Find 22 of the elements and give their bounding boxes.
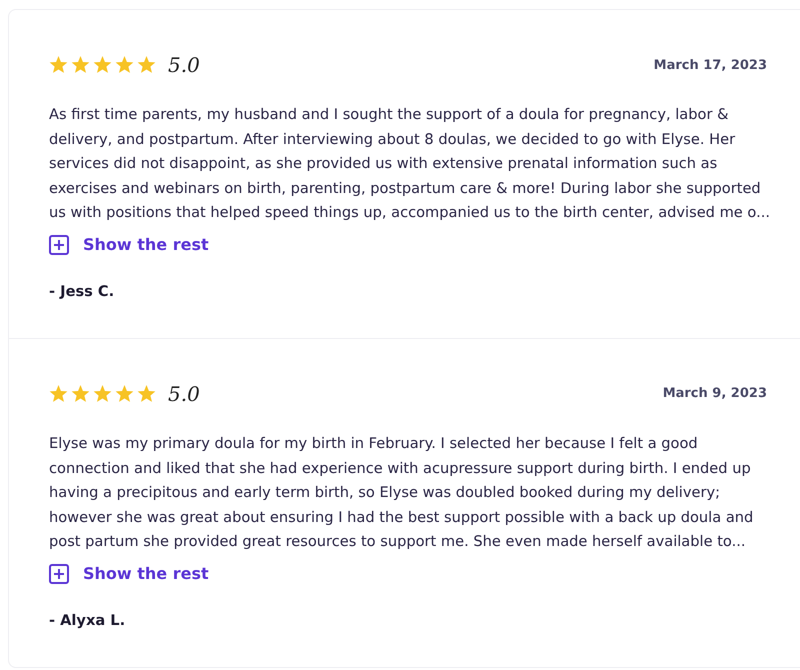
review-text: As first time parents, my husband and I sought the support of a doula for pregnancy, labor & delivery, and postpartum. After interviewing about 8 doulas, we decided to go with Elyse. Her services did not disappoint, as she provided us with extensive prenatal information such as exercises and webinars on birth, parenting, postpartum care & more! During labor she supported us with positions that helped speed things up, accompanied us to the birth center, advised me o... (49, 105, 772, 224)
star-icon (115, 384, 134, 403)
star-icon (49, 384, 68, 403)
review-author: - Alyxa L. (49, 612, 126, 629)
star-icon (71, 384, 90, 403)
plus-square-icon (49, 234, 69, 255)
star-icon (71, 56, 90, 74)
review-author: - Jess C. (49, 282, 116, 300)
review-date: March 17, 2023 (654, 58, 767, 72)
star-icon (115, 56, 134, 74)
star-icon (137, 384, 156, 403)
show-the-rest-button[interactable]: Show the rest (49, 234, 209, 255)
star-icon (93, 56, 112, 74)
star-icon (137, 56, 156, 74)
plus-square-icon (49, 564, 69, 584)
review-text: Elyse was my primary doula for my birth in February. I selected her because I felt a good connection and liked that she had experience with acupressure support during birth. I ended up having a precipitous and early term birth, so Elyse was doubled booked during my delivery; however she was great about ensuring I had the best support possible with a back up doula and post partum she provided great resources to support me. She even made herself available to... (49, 434, 754, 552)
show-the-rest-button[interactable]: Show the rest (49, 564, 209, 584)
star-icon (93, 384, 112, 403)
star-icon (49, 56, 68, 74)
rating-value: 5.0 (168, 53, 200, 77)
rating-value: 5.0 (168, 382, 200, 406)
review-date: March 9, 2023 (662, 386, 767, 402)
